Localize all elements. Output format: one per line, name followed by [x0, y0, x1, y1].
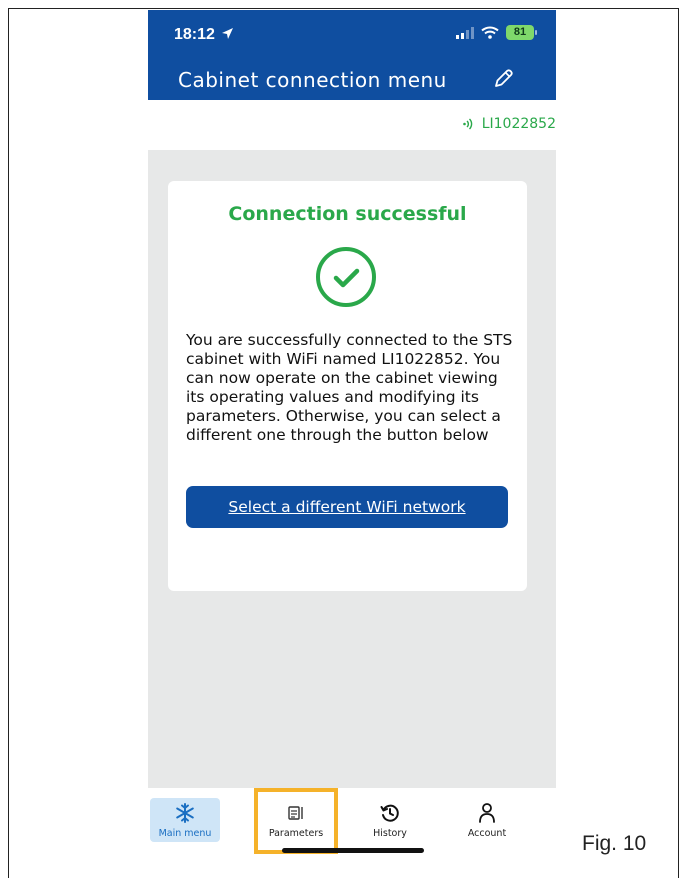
wifi-icon — [481, 26, 499, 39]
status-time-text: 18:12 — [174, 26, 215, 43]
card-description: You are successfully connected to the ST… — [186, 331, 513, 444]
tab-history-label: History — [373, 828, 407, 839]
connection-card: Connection successful You are successful… — [168, 181, 527, 591]
account-icon — [479, 803, 495, 823]
status-time: 18:12 — [174, 26, 234, 44]
status-bar: 18:12 81 — [148, 10, 556, 54]
wireless-signal-icon — [462, 118, 473, 130]
parameters-highlight-box — [254, 788, 338, 854]
bottom-tab-bar: Main menu Parameters History Account — [148, 788, 556, 872]
location-arrow-icon — [222, 28, 234, 39]
tab-main-menu-label: Main menu — [158, 828, 212, 839]
history-icon — [380, 804, 399, 822]
snowflake-icon — [176, 803, 194, 823]
battery-icon: 81 — [506, 25, 537, 40]
figure-label: Fig. 10 — [582, 832, 647, 855]
tab-account[interactable]: Account — [452, 798, 522, 842]
connection-status-bar: LI1022852 — [148, 100, 556, 150]
tab-main-menu[interactable]: Main menu — [150, 798, 220, 842]
cellular-signal-icon — [456, 26, 474, 39]
select-different-wifi-button[interactable]: Select a different WiFi network — [186, 486, 508, 528]
home-indicator — [282, 848, 424, 853]
device-id-label: LI1022852 — [481, 116, 556, 132]
app-header: Cabinet connection menu — [148, 54, 556, 100]
tab-account-label: Account — [467, 828, 507, 839]
check-circle-icon — [316, 247, 376, 307]
tab-history[interactable]: History — [355, 798, 425, 842]
connected-device: LI1022852 — [462, 116, 556, 132]
page-title: Cabinet connection menu — [178, 68, 447, 92]
status-indicators: 81 — [456, 25, 537, 40]
phone-screen: 18:12 81 Cabinet connection menu LI10228… — [148, 10, 556, 872]
card-title: Connection successful — [228, 203, 467, 225]
edit-pencil-icon[interactable] — [490, 66, 516, 92]
